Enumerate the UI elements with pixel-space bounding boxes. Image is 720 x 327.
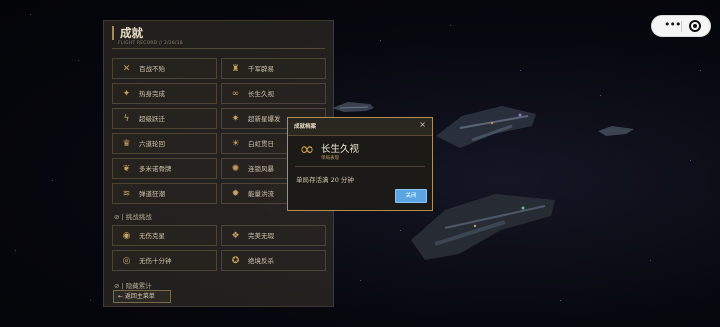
modal-header: 成就档案 ×	[288, 118, 432, 136]
modal-title: 成就档案	[294, 124, 317, 130]
spaceship-small	[332, 102, 374, 112]
shield-icon: ◉	[122, 231, 131, 241]
skull-icon: ✪	[231, 256, 240, 266]
achievement-tile[interactable]: ✪ 绝境反杀	[221, 250, 326, 271]
achievement-label: 能量洪流	[248, 190, 274, 198]
wave-icon: ≋	[122, 189, 131, 199]
achievement-label: 热身完成	[139, 90, 165, 98]
fleet-icon: ♜	[231, 64, 240, 74]
achievement-label: 千军辟易	[248, 65, 274, 73]
back-to-menu-button[interactable]: ← 返回主菜单	[113, 290, 171, 303]
achievement-label: 超新星爆发	[248, 115, 281, 123]
mini-program-capsule: •••	[651, 15, 711, 37]
close-icon[interactable]: ×	[419, 120, 426, 129]
achievement-tile[interactable]: ♛ 六道轮回	[112, 133, 217, 154]
flame-icon: ✦	[122, 89, 131, 99]
spaceship-far	[598, 126, 634, 136]
achievement-tile[interactable]: ∞ 长生久视	[221, 83, 326, 104]
achievement-label: 绝境反杀	[248, 257, 274, 265]
sun-icon: ☀	[231, 139, 240, 149]
panel-subtitle: FLIGHT RECORD // 2/26/18	[118, 41, 183, 46]
achievement-label: 百战不殆	[139, 65, 165, 73]
achievement-label: 完美无瑕	[248, 232, 274, 240]
section-heading-challenge: ⊘ | 挑战挑战	[114, 213, 152, 221]
capsule-divider	[681, 21, 682, 32]
achievement-tile[interactable]: ❦ 多米诺骨牌	[112, 158, 217, 179]
achievement-tile[interactable]: ♜ 千军辟易	[221, 58, 326, 79]
achievement-category: 单局表现	[321, 156, 339, 161]
crown-icon: ♛	[122, 139, 131, 149]
achievement-tile[interactable]: ϟ 超级跃迁	[112, 108, 217, 129]
achievement-detail-modal: 成就档案 × ∞ 长生久视 单局表现 单局存活满 20 分钟 关闭	[287, 117, 433, 211]
star-burst-icon: ✷	[231, 114, 240, 124]
storm-icon: ✺	[231, 164, 240, 174]
section-heading-stats: ⊘ | 隐藏累计	[114, 282, 152, 290]
achievement-tile[interactable]: ✕ 百战不殆	[112, 58, 217, 79]
close-button[interactable]: 关闭	[395, 189, 427, 203]
achievement-label: 长生久视	[248, 90, 274, 98]
achievement-label: 弹道狂潮	[139, 190, 165, 198]
achievement-label: 白虹贯日	[248, 140, 274, 148]
infinity-icon: ∞	[299, 139, 315, 160]
achievement-name: 长生久视	[321, 144, 360, 155]
achievement-label: 无伤克星	[139, 232, 165, 240]
wings-icon: ❦	[122, 164, 131, 174]
infinity-icon: ∞	[231, 89, 240, 99]
diamond-icon: ❖	[231, 231, 240, 241]
achievement-tile[interactable]: ◎ 无伤十分钟	[112, 250, 217, 271]
achievement-label: 六道轮回	[139, 140, 165, 148]
achievement-tile[interactable]: ✦ 热身完成	[112, 83, 217, 104]
crossed-swords-icon: ✕	[122, 64, 131, 74]
spaceship-large-top	[436, 106, 536, 148]
more-menu-icon[interactable]: •••	[664, 18, 681, 31]
achievement-label: 超级跃迁	[139, 115, 165, 123]
achievement-description: 单局存活满 20 分钟	[296, 176, 354, 184]
panel-title: 成就	[112, 26, 143, 40]
close-miniprogram-icon[interactable]	[689, 20, 701, 32]
modal-divider	[295, 166, 425, 167]
panel-divider	[112, 48, 325, 49]
achievement-label: 无伤十分钟	[139, 257, 172, 265]
achievement-label: 连锁风暴	[248, 165, 274, 173]
achievement-label: 多米诺骨牌	[139, 165, 172, 173]
achievement-tile[interactable]: ❖ 完美无瑕	[221, 225, 326, 246]
achievement-tile[interactable]: ◉ 无伤克星	[112, 225, 217, 246]
clock-icon: ◎	[122, 256, 131, 266]
lightning-icon: ϟ	[123, 114, 130, 124]
achievement-tile[interactable]: ≋ 弹道狂潮	[112, 183, 217, 204]
energy-icon: ✹	[231, 189, 240, 199]
